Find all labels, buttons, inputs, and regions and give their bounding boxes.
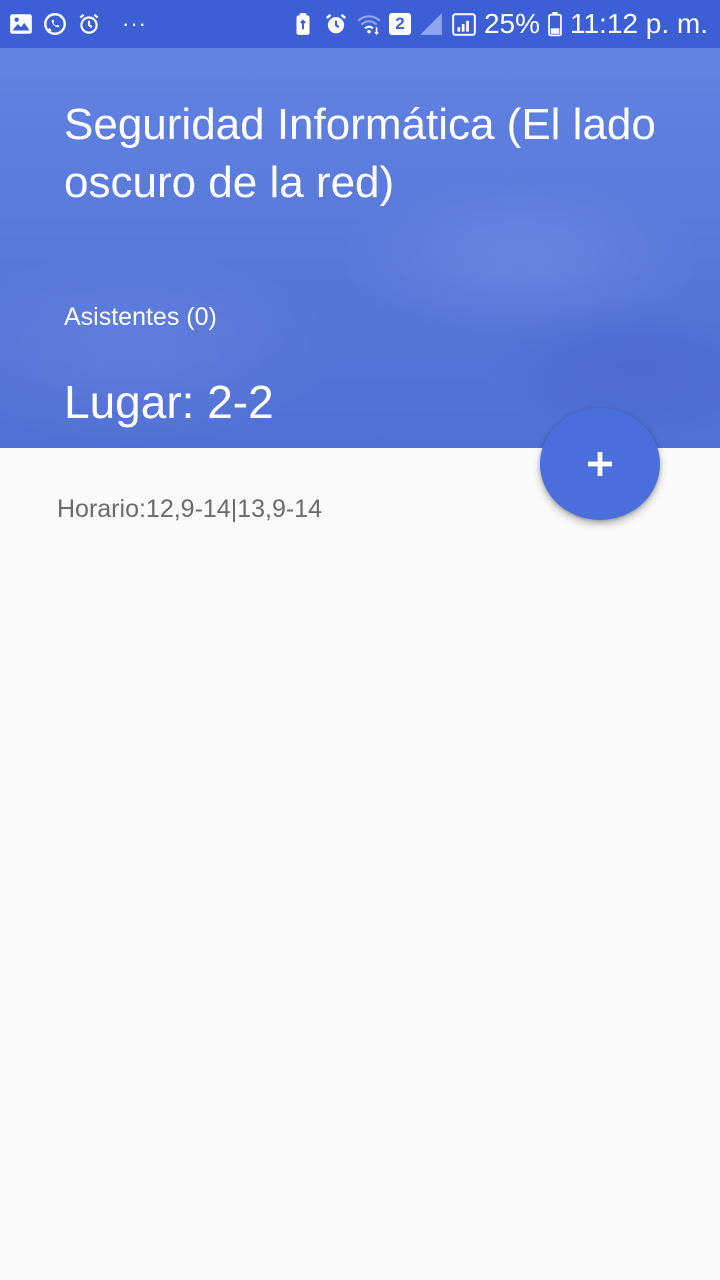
- clock: 11:12 p. m.: [569, 8, 708, 39]
- attendees-count[interactable]: Asistentes (0): [64, 302, 217, 332]
- battery-percentage: 25%: [483, 8, 540, 39]
- alarm-icon: [76, 11, 102, 37]
- event-title: Seguridad Informática (El lado oscuro de…: [64, 100, 656, 207]
- more-notifications-indicator: ···: [122, 11, 147, 36]
- alarm-clock-icon: [323, 11, 349, 37]
- gallery-icon: [8, 11, 34, 37]
- status-bar: ··· 2 25% 11:12 p. m.: [0, 0, 720, 48]
- signal-empty-icon: [418, 11, 444, 37]
- plus-icon: [588, 452, 612, 476]
- event-place: Lugar: 2-2: [64, 376, 274, 428]
- sim-indicator: 2: [388, 13, 411, 35]
- status-bar-system: 2 25% 11:12 p. m.: [290, 9, 708, 39]
- battery-icon: [547, 11, 563, 37]
- event-schedule: Horario:12,9-14|13,9-14: [57, 495, 322, 523]
- add-button[interactable]: [540, 408, 660, 520]
- whatsapp-icon: [42, 11, 68, 37]
- battery-saver-icon: [290, 11, 316, 37]
- signal-icon: [451, 11, 477, 37]
- status-bar-notifications: ···: [8, 9, 147, 39]
- event-header: Seguridad Informática (El lado oscuro de…: [0, 48, 720, 448]
- wifi-icon: [356, 11, 382, 37]
